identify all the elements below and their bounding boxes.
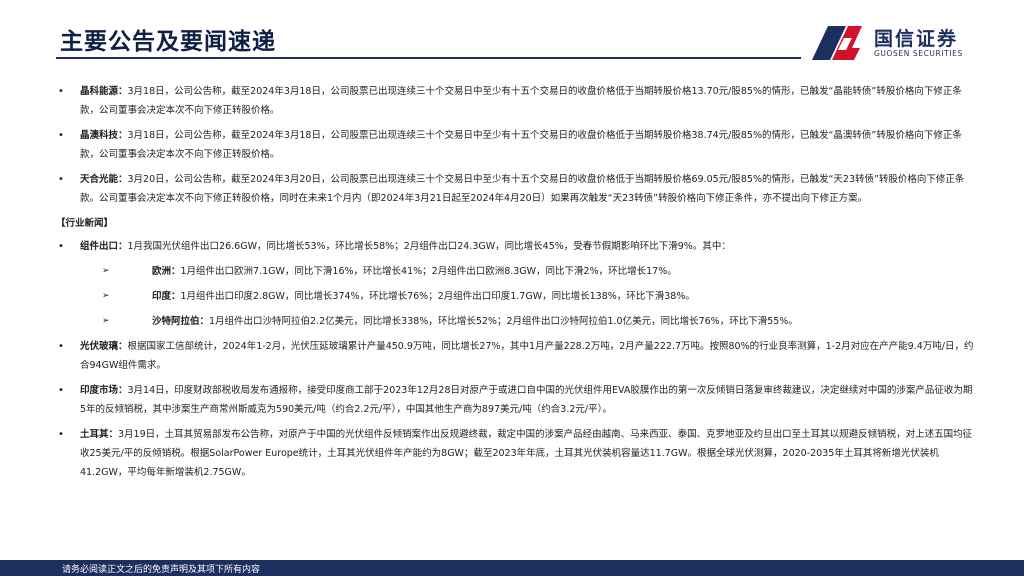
region-name: 欧洲： (152, 266, 181, 277)
industry-news-heading: 【行业新闻】 (56, 218, 114, 229)
footer-bar: 请务必阅读正文之后的免责声明及其项下所有内容 (0, 560, 1024, 576)
title-underline (56, 57, 801, 59)
news-text: 3月14日，印度财政部税收局发布通报称，接受印度商工部于2023年12月28日对… (80, 385, 973, 415)
announcement-item: 晶科能源：3月18日，公司公告称，截至2024年3月18日，公司股票已出现连续三… (56, 82, 978, 120)
announcement-text: 3月18日，公司公告称，截至2024年3月18日，公司股票已出现连续三十个交易日… (80, 130, 962, 160)
region-item: ➢ 印度：1月组件出口印度2.8GW，同比增长374%，环比增长76%；2月组件… (56, 287, 978, 306)
news-topic: 印度市场： (80, 385, 128, 396)
region-item: ➢ 欧洲：1月组件出口欧洲7.1GW，同比下滑16%，环比增长41%；2月组件出… (56, 262, 978, 281)
region-text: 1月组件出口沙特阿拉伯2.2亿美元，同比增长338%，环比增长52%；2月组件出… (209, 316, 798, 327)
company-name: 天合光能： (80, 174, 128, 185)
announcement-item: 天合光能：3月20日，公司公告称，截至2024年3月20日，公司股票已出现连续三… (56, 170, 978, 208)
announcement-item: 晶澳科技：3月18日，公司公告称，截至2024年3月18日，公司股票已出现连续三… (56, 126, 978, 164)
news-topic: 土耳其： (80, 429, 119, 440)
region-item: ➢ 沙特阿拉伯：1月组件出口沙特阿拉伯2.2亿美元，同比增长338%，环比增长5… (56, 312, 978, 331)
news-topic: 组件出口： (80, 241, 128, 252)
disclaimer-text: 请务必阅读正文之后的免责声明及其项下所有内容 (62, 565, 261, 575)
news-text: 1月我国光伏组件出口26.6GW，同比增长53%，环比增长58%；2月组件出口2… (127, 241, 731, 252)
news-item: 光伏玻璃：根据国家工信部统计，2024年1-2月，光伏压延玻璃累计产量450.9… (56, 337, 978, 375)
news-item: 土耳其：3月19日，土耳其贸易部发布公告称，对原产于中国的光伏组件反倾销案作出反… (56, 425, 978, 482)
region-name: 印度： (152, 291, 181, 302)
news-item: 印度市场：3月14日，印度财政部税收局发布通报称，接受印度商工部于2023年12… (56, 381, 978, 419)
arrow-bullet-icon: ➢ (102, 266, 110, 276)
news-content: 晶科能源：3月18日，公司公告称，截至2024年3月18日，公司股票已出现连续三… (56, 82, 978, 488)
announcement-text: 3月18日，公司公告称，截至2024年3月18日，公司股票已出现连续三十个交易日… (80, 86, 962, 116)
news-item: 组件出口：1月我国光伏组件出口26.6GW，同比增长53%，环比增长58%；2月… (56, 237, 978, 256)
news-text: 根据国家工信部统计，2024年1-2月，光伏压延玻璃累计产量450.9万吨，同比… (80, 341, 974, 371)
news-topic: 光伏玻璃： (80, 341, 128, 352)
company-name: 晶科能源： (80, 86, 128, 97)
announcement-text: 3月20日，公司公告称，截至2024年3月20日，公司股票已出现连续三十个交易日… (80, 174, 965, 204)
news-text: 3月19日，土耳其贸易部发布公告称，对原产于中国的光伏组件反倾销案作出反规避终裁… (80, 429, 973, 478)
logo-chinese-name: 国信证券 (874, 28, 959, 50)
logo-english-name: GUOSEN SECURITIES (874, 49, 963, 58)
region-text: 1月组件出口欧洲7.1GW，同比下滑16%，环比增长41%；2月组件出口欧洲8.… (180, 266, 677, 277)
region-name: 沙特阿拉伯： (152, 316, 210, 327)
arrow-bullet-icon: ➢ (102, 316, 110, 326)
region-text: 1月组件出口印度2.8GW，同比增长374%，环比增长76%；2月组件出口印度1… (180, 291, 695, 302)
arrow-bullet-icon: ➢ (102, 291, 110, 301)
guosen-logo-icon (812, 26, 862, 60)
company-name: 晶澳科技： (80, 130, 128, 141)
page-title: 主要公告及要闻速递 (60, 29, 276, 55)
company-logo: 国信证券 GUOSEN SECURITIES (808, 20, 998, 64)
